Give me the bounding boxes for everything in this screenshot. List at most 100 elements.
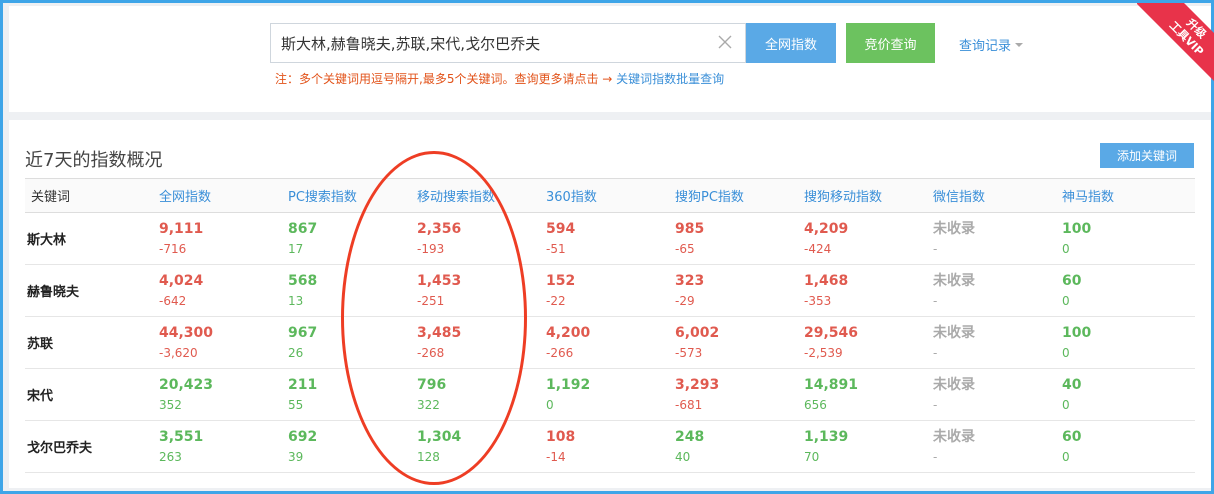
index-cell: 1,453 -251	[417, 271, 546, 311]
search-note: 注：多个关键词用逗号隔开,最多5个关键词。查询更多请点击 → 关键词指数批量查询	[275, 70, 724, 87]
index-value: 2,356	[417, 220, 462, 237]
index-change: 0	[1062, 397, 1070, 412]
column-header[interactable]: 全网指数	[159, 186, 288, 205]
index-value: 60	[1062, 272, 1082, 289]
index-value: 20,423	[159, 376, 214, 393]
keyword-search-input[interactable]	[271, 24, 711, 62]
index-change: 0	[1062, 241, 1070, 256]
index-change: -29	[675, 293, 695, 308]
index-cell: 967 26	[288, 323, 417, 363]
index-cell: 60 0	[1062, 271, 1191, 311]
index-change: 0	[1062, 449, 1070, 464]
index-change: 0	[1062, 345, 1070, 360]
index-change: -681	[675, 397, 703, 412]
upgrade-vip-ribbon[interactable]: 升级 工具VIP	[1137, 3, 1214, 83]
index-value: 100	[1062, 324, 1092, 341]
index-change: 322	[417, 397, 440, 412]
index-value: 3,293	[675, 376, 720, 393]
index-value: 未收录	[933, 428, 975, 445]
index-change: -	[933, 293, 938, 308]
index-value: 未收录	[933, 376, 975, 393]
index-cell: 未收录 -	[933, 219, 1062, 259]
index-value: 108	[546, 428, 576, 445]
add-keyword-button[interactable]: 添加关键词	[1100, 143, 1194, 168]
index-cell: 4,209 -424	[804, 219, 933, 259]
index-cell: 568 13	[288, 271, 417, 311]
index-change: 17	[288, 241, 304, 256]
index-cell: 1,468 -353	[804, 271, 933, 311]
index-change: -	[933, 241, 938, 256]
column-header: 关键词	[31, 190, 71, 205]
index-cell: 14,891 656	[804, 375, 933, 415]
column-header[interactable]: 微信指数	[933, 186, 1062, 205]
index-value: 1,468	[804, 272, 849, 289]
column-header[interactable]: 搜狗PC指数	[675, 186, 804, 205]
index-cell: 44,300 -3,620	[159, 323, 288, 363]
index-value: 29,546	[804, 324, 859, 341]
index-cell: 60 0	[1062, 427, 1191, 467]
index-cell: 未收录 -	[933, 375, 1062, 415]
index-cell: 100 0	[1062, 219, 1191, 259]
index-change: -51	[546, 241, 566, 256]
index-value: 3,485	[417, 324, 462, 341]
index-value: 60	[1062, 428, 1082, 445]
table-row: 戈尔巴乔夫 3,551 263 692 39 1,304 128 108 -14 248 40 1,1…	[25, 421, 1195, 473]
index-change: -	[933, 397, 938, 412]
index-value: 867	[288, 220, 318, 237]
index-change: -14	[546, 449, 566, 464]
index-value: 4,200	[546, 324, 591, 341]
index-value: 967	[288, 324, 318, 341]
index-cell: 796 322	[417, 375, 546, 415]
query-history-dropdown[interactable]: 查询记录	[959, 35, 1024, 54]
table-body: 斯大林 9,111 -716 867 17 2,356 -193 594 -51 985 -65 4,…	[25, 213, 1195, 473]
index-change: 55	[288, 397, 304, 412]
index-change: 352	[159, 397, 182, 412]
column-header[interactable]: 移动搜索指数	[417, 186, 546, 205]
index-value: 248	[675, 428, 705, 445]
index-cell: 3,485 -268	[417, 323, 546, 363]
index-cell: 594 -51	[546, 219, 675, 259]
index-change: 656	[804, 397, 827, 412]
section-title: 近7天的指数概况	[25, 150, 163, 171]
index-value: 1,304	[417, 428, 462, 445]
all-index-button[interactable]: 全网指数	[746, 23, 836, 63]
window-frame: 全网指数 竞价查询 查询记录 注：多个关键词用逗号隔开,最多5个关键词。查询更多…	[0, 0, 1214, 494]
column-header[interactable]: 360指数	[546, 186, 675, 205]
index-value: 1,139	[804, 428, 849, 445]
index-value: 796	[417, 376, 447, 393]
index-cell: 100 0	[1062, 323, 1191, 363]
search-panel: 全网指数 竞价查询 查询记录 注：多个关键词用逗号隔开,最多5个关键词。查询更多…	[9, 3, 1214, 112]
index-change: -573	[675, 345, 703, 360]
index-cell: 6,002 -573	[675, 323, 804, 363]
clear-icon[interactable]	[715, 32, 735, 52]
index-value: 未收录	[933, 272, 975, 289]
column-header[interactable]: 搜狗移动指数	[804, 186, 933, 205]
index-change: -65	[675, 241, 695, 256]
index-change: -268	[417, 345, 445, 360]
index-change: 70	[804, 449, 820, 464]
index-value: 152	[546, 272, 576, 289]
vip-ribbon-band: 升级 工具VIP	[1137, 3, 1214, 83]
index-cell: 1,139 70	[804, 427, 933, 467]
index-value: 100	[1062, 220, 1092, 237]
table-row: 宋代 20,423 352 211 55 796 322 1,192 0 3,293 -681 14,…	[25, 369, 1195, 421]
index-change: 0	[546, 397, 554, 412]
index-cell: 40 0	[1062, 375, 1191, 415]
index-cell: 152 -22	[546, 271, 675, 311]
index-cell: 692 39	[288, 427, 417, 467]
index-change: 263	[159, 449, 182, 464]
column-header[interactable]: PC搜索指数	[288, 186, 417, 205]
index-value: 未收录	[933, 324, 975, 341]
index-value: 40	[1062, 376, 1082, 393]
index-value: 9,111	[159, 220, 204, 237]
keyword-cell: 斯大林	[27, 233, 67, 248]
column-header[interactable]: 神马指数	[1062, 186, 1191, 205]
index-change: -	[933, 449, 938, 464]
index-value: 568	[288, 272, 318, 289]
batch-query-link[interactable]: 关键词指数批量查询	[616, 72, 724, 86]
index-cell: 4,024 -642	[159, 271, 288, 311]
index-cell: 9,111 -716	[159, 219, 288, 259]
index-value: 3,551	[159, 428, 204, 445]
index-change: -424	[804, 241, 832, 256]
bid-query-button[interactable]: 竞价查询	[846, 23, 935, 63]
